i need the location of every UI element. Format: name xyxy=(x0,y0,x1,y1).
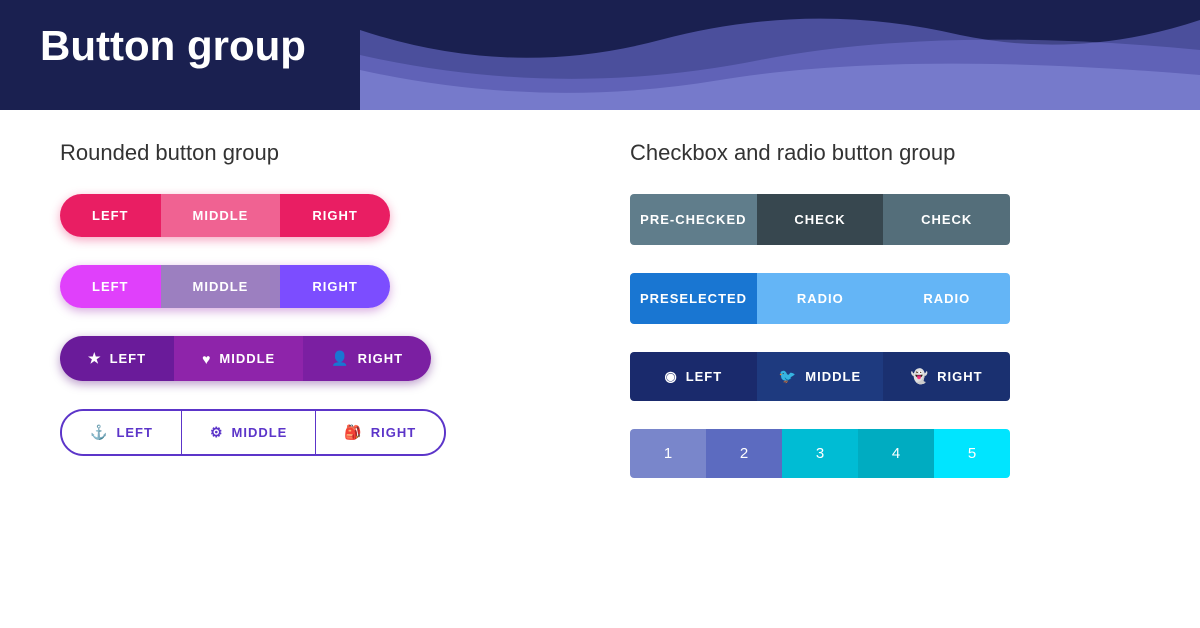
pink-left-button[interactable]: LEFT xyxy=(60,194,161,237)
checkbox-group: PRE-CHECKED CHECK CHECK xyxy=(630,194,1010,245)
social-middle-button[interactable]: 🐦 MIDDLE xyxy=(757,352,884,401)
page-title: Button group xyxy=(40,22,306,70)
outlined-right-label: RIGHT xyxy=(371,425,416,440)
outlined-group-row: ⚓ LEFT ⚙ MIDDLE 🎒 RIGHT xyxy=(60,409,570,456)
number-3-button[interactable]: 3 xyxy=(782,429,858,478)
radio-radio1-button[interactable]: RADIO xyxy=(757,273,883,324)
heart-icon: ♥ xyxy=(202,351,211,367)
main-content: Rounded button group LEFT MIDDLE RIGHT L… xyxy=(0,110,1200,514)
rounded-pink-group-row: LEFT MIDDLE RIGHT xyxy=(60,194,570,237)
rounded-pink-group: LEFT MIDDLE RIGHT xyxy=(60,194,390,237)
social-left-button[interactable]: ◉ LEFT xyxy=(630,352,757,401)
instagram-icon: ◉ xyxy=(664,368,677,385)
twitter-icon: 🐦 xyxy=(779,368,797,385)
right-section: Checkbox and radio button group PRE-CHEC… xyxy=(630,140,1140,484)
outlined-middle-label: MIDDLE xyxy=(232,425,288,440)
user-icon: 👤 xyxy=(331,350,349,367)
outlined-right-button[interactable]: 🎒 RIGHT xyxy=(315,411,444,454)
wave-decoration xyxy=(360,0,1200,110)
icon-left-button[interactable]: ★ LEFT xyxy=(60,336,174,381)
rounded-purple-group-row: LEFT MIDDLE RIGHT xyxy=(60,265,570,308)
social-middle-label: MIDDLE xyxy=(805,369,861,384)
radio-group: PRESELECTED RADIO RADIO xyxy=(630,273,1010,324)
radio-preselected-button[interactable]: PRESELECTED xyxy=(630,273,757,324)
outlined-left-button[interactable]: ⚓ LEFT xyxy=(62,411,181,454)
checkbox-check2-button[interactable]: CHECK xyxy=(883,194,1010,245)
outlined-group: ⚓ LEFT ⚙ MIDDLE 🎒 RIGHT xyxy=(60,409,446,456)
purple-right-button[interactable]: RIGHT xyxy=(280,265,389,308)
right-section-title: Checkbox and radio button group xyxy=(630,140,1140,166)
outlined-left-label: LEFT xyxy=(116,425,153,440)
number-4-button[interactable]: 4 xyxy=(858,429,934,478)
icon-right-label: RIGHT xyxy=(358,351,403,366)
icon-middle-button[interactable]: ♥ MIDDLE xyxy=(174,336,303,381)
left-section: Rounded button group LEFT MIDDLE RIGHT L… xyxy=(60,140,570,484)
bag-icon: 🎒 xyxy=(344,424,362,441)
icon-middle-label: MIDDLE xyxy=(219,351,275,366)
social-right-button[interactable]: 👻 RIGHT xyxy=(883,352,1010,401)
pink-right-button[interactable]: RIGHT xyxy=(280,194,389,237)
social-right-label: RIGHT xyxy=(937,369,982,384)
number-5-button[interactable]: 5 xyxy=(934,429,1010,478)
checkbox-prechecked-button[interactable]: PRE-CHECKED xyxy=(630,194,757,245)
icon-dark-group: ★ LEFT ♥ MIDDLE 👤 RIGHT xyxy=(60,336,431,381)
icon-right-button[interactable]: 👤 RIGHT xyxy=(303,336,431,381)
pink-middle-button[interactable]: MIDDLE xyxy=(161,194,281,237)
number-group: 1 2 3 4 5 xyxy=(630,429,1010,478)
snapchat-icon: 👻 xyxy=(911,368,929,385)
rounded-purple-group: LEFT MIDDLE RIGHT xyxy=(60,265,390,308)
icon-dark-group-row: ★ LEFT ♥ MIDDLE 👤 RIGHT xyxy=(60,336,570,381)
left-section-title: Rounded button group xyxy=(60,140,570,166)
icon-left-label: LEFT xyxy=(110,351,147,366)
anchor-icon: ⚓ xyxy=(90,424,108,441)
outlined-middle-button[interactable]: ⚙ MIDDLE xyxy=(181,411,315,454)
social-left-label: LEFT xyxy=(686,369,723,384)
radio-radio2-button[interactable]: RADIO xyxy=(884,273,1010,324)
purple-left-button[interactable]: LEFT xyxy=(60,265,161,308)
purple-middle-button[interactable]: MIDDLE xyxy=(161,265,281,308)
gear-icon: ⚙ xyxy=(210,424,224,441)
social-group: ◉ LEFT 🐦 MIDDLE 👻 RIGHT xyxy=(630,352,1010,401)
star-icon: ★ xyxy=(88,350,102,367)
number-2-button[interactable]: 2 xyxy=(706,429,782,478)
checkbox-check1-button[interactable]: CHECK xyxy=(757,194,884,245)
header: Button group xyxy=(0,0,1200,110)
number-1-button[interactable]: 1 xyxy=(630,429,706,478)
